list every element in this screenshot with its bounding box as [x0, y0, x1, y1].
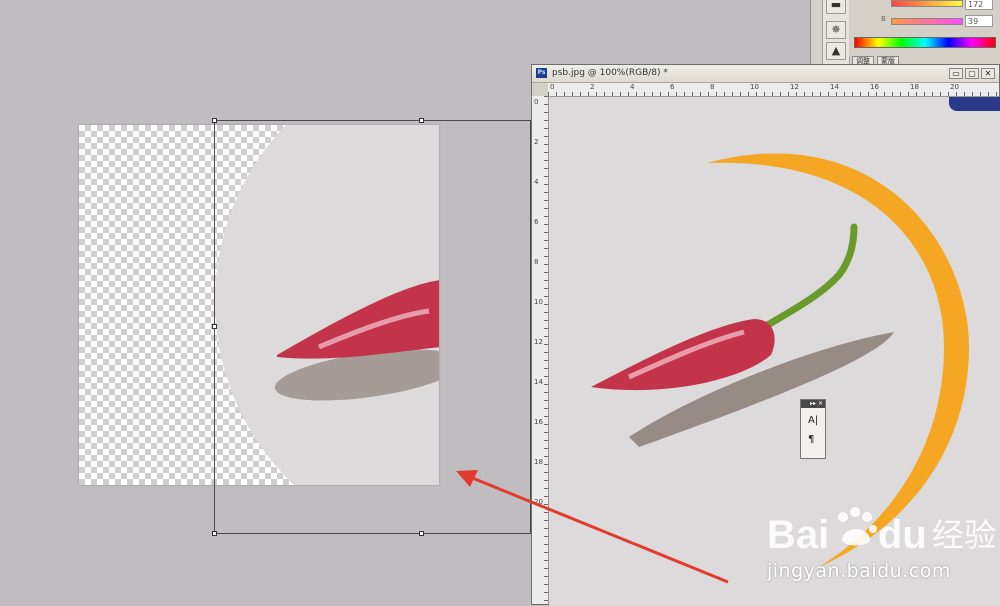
swatch-icon[interactable]: ▬ — [826, 0, 846, 14]
photoshop-icon: Ps — [536, 68, 547, 78]
color-slider-top[interactable] — [891, 0, 963, 7]
paw-icon — [838, 507, 877, 546]
paragraph-icon[interactable]: ¶ — [808, 434, 814, 445]
ruler-number: 20 — [534, 498, 543, 506]
compass-icon[interactable]: ✵ — [826, 21, 846, 39]
character-panel-header[interactable]: ▸▸ ✕ — [801, 400, 825, 408]
ruler-number: 0 — [550, 83, 555, 91]
ruler-number: 14 — [830, 83, 839, 91]
document-titlebar[interactable]: Ps psb.jpg @ 100%(RGB/8) * ▭ ▢ ✕ — [532, 65, 999, 83]
document-title: psb.jpg @ 100%(RGB/8) * — [552, 68, 668, 78]
color-panel: 172 B 39 — [849, 0, 1000, 56]
ruler-number: 6 — [670, 83, 675, 91]
ruler-number: 2 — [534, 138, 539, 146]
image-icon[interactable]: ▲ — [826, 42, 846, 60]
vertical-ruler[interactable]: 0 2 4 6 8 10 12 14 16 18 20 — [532, 96, 549, 604]
blue-marker-object — [949, 97, 1000, 111]
transform-handle[interactable] — [419, 531, 424, 536]
ruler-number: 16 — [534, 418, 543, 426]
ruler-number: 12 — [790, 83, 799, 91]
transform-handle[interactable] — [212, 531, 217, 536]
transform-handle[interactable] — [212, 118, 217, 123]
watermark-brand-right: 经验 — [932, 516, 996, 554]
ruler-number: 16 — [870, 83, 879, 91]
watermark-brand-left: Bai — [767, 513, 829, 557]
color-ramp[interactable] — [854, 37, 996, 48]
ruler-number: 2 — [590, 83, 595, 91]
ruler-number: 4 — [630, 83, 635, 91]
baidu-logo: Bai du 经验 — [767, 507, 996, 557]
horizontal-ruler[interactable]: 0 2 4 6 8 10 12 14 16 18 20 — [548, 83, 999, 97]
character-icon[interactable]: A| — [808, 415, 818, 426]
close-button[interactable]: ✕ — [981, 68, 995, 79]
character-panel[interactable]: ▸▸ ✕ A| ¶ — [800, 399, 826, 459]
ruler-number: 8 — [534, 258, 539, 266]
pepper-stem — [757, 223, 858, 333]
cropped-pepper-image — [215, 125, 439, 485]
ruler-number: 12 — [534, 338, 543, 346]
ruler-number: 10 — [750, 83, 759, 91]
ruler-number: 6 — [534, 218, 539, 226]
color-value-b[interactable]: 39 — [965, 15, 993, 27]
ruler-number: 0 — [534, 98, 539, 106]
transparent-canvas — [79, 125, 439, 485]
ruler-number: 8 — [710, 83, 715, 91]
ruler-number: 18 — [534, 458, 543, 466]
ruler-number: 20 — [950, 83, 959, 91]
maximize-button[interactable]: ▢ — [965, 68, 979, 79]
slider-b-label: B — [881, 15, 886, 23]
panel-icon-column: ▬ ✵ ▲ — [822, 0, 850, 64]
svg-text:du: du — [878, 513, 927, 557]
ruler-number: 18 — [910, 83, 919, 91]
ruler-number: 14 — [534, 378, 543, 386]
ruler-number: 10 — [534, 298, 543, 306]
transform-handle[interactable] — [419, 118, 424, 123]
watermark-url: jingyan.baidu.com — [767, 560, 951, 582]
minimize-button[interactable]: ▭ — [949, 68, 963, 79]
ruler-number: 4 — [534, 178, 539, 186]
color-value-top[interactable]: 172 — [965, 0, 993, 10]
color-slider-b[interactable] — [891, 18, 963, 25]
baidu-watermark: Bai du 经验 jingyan.baidu.com — [764, 496, 1000, 596]
